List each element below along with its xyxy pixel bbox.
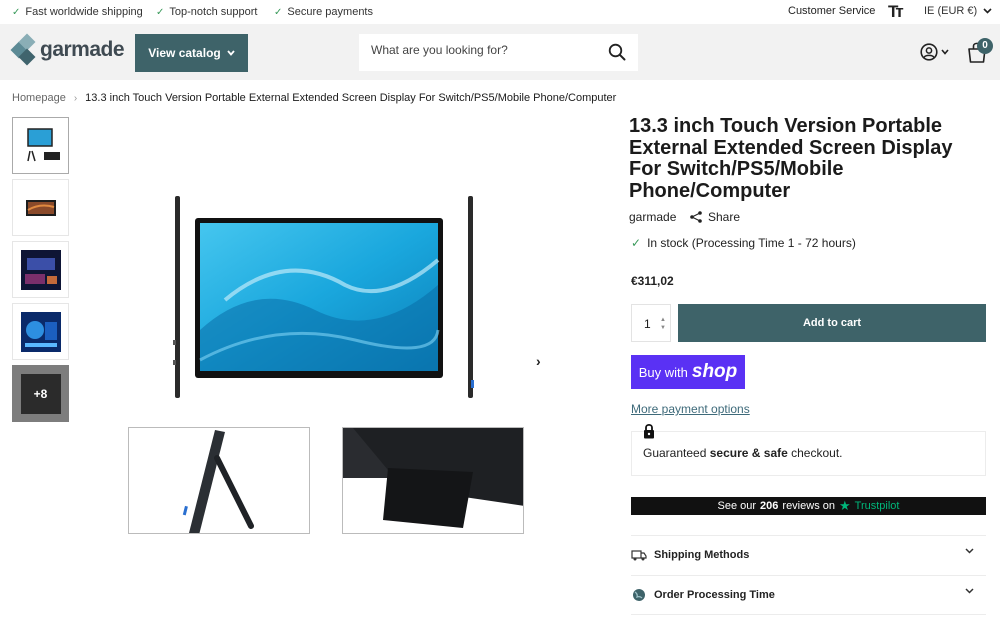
product-kickstand-image	[343, 428, 523, 528]
gallery-thumbnail-2[interactable]	[12, 179, 69, 236]
logo-text: garmade	[40, 38, 125, 61]
breadcrumb-current: 13.3 inch Touch Version Portable Externa…	[85, 92, 617, 104]
add-to-cart-button[interactable]: Add to cart	[678, 304, 986, 342]
gallery-thumbnail-1[interactable]	[12, 117, 69, 174]
secure-prefix: Guaranteed	[643, 446, 707, 460]
usp-shipping: ✓ Fast worldwide shipping	[12, 6, 143, 18]
gallery-thumbnail-4[interactable]	[12, 303, 69, 360]
quantity-value: 1	[644, 317, 651, 331]
product-stand-image	[182, 430, 254, 533]
check-icon: ✓	[156, 6, 165, 18]
product-price: €311,02	[631, 274, 674, 288]
currency-label: IE (EUR €)	[924, 5, 978, 17]
product-back-view-image[interactable]	[342, 427, 524, 534]
trustpilot-mid: reviews on	[782, 500, 835, 512]
truck-icon	[631, 550, 647, 561]
breadcrumb: Homepage › 13.3 inch Touch Version Porta…	[12, 92, 616, 104]
logo[interactable]: garmade	[10, 33, 125, 66]
secure-suffix: checkout.	[791, 446, 843, 460]
view-catalog-label: View catalog	[148, 46, 221, 60]
secure-bold: secure & safe	[709, 446, 788, 460]
logo-mark-icon	[10, 33, 38, 66]
accordion-label: Shipping Methods	[654, 549, 750, 561]
more-images-count: +8	[33, 386, 48, 401]
chevron-down-icon	[227, 50, 235, 56]
trustpilot-star-icon: ★	[838, 498, 851, 513]
account-menu[interactable]	[920, 43, 949, 61]
chevron-right-icon: ›	[73, 92, 78, 104]
check-icon: ✓	[631, 236, 642, 250]
search-bar	[359, 34, 638, 71]
share-button[interactable]: Share	[690, 210, 740, 224]
customer-service-link[interactable]: Customer Service	[788, 5, 875, 17]
next-image-arrow-icon[interactable]: ›	[536, 353, 541, 369]
usp-payments: ✓ Secure payments	[274, 6, 373, 18]
gallery-more-thumbnails[interactable]: +8	[12, 365, 69, 422]
lock-icon	[644, 423, 654, 439]
quantity-stepper[interactable]: 1 ▲ ▼	[631, 304, 671, 342]
check-icon: ✓	[274, 6, 283, 18]
chevron-down-icon	[965, 588, 974, 594]
product-thumbnail-image	[26, 127, 60, 161]
accordion-label: Order Processing Time	[654, 589, 775, 601]
breadcrumb-home-link[interactable]: Homepage	[12, 92, 66, 104]
view-catalog-button[interactable]: View catalog	[135, 34, 248, 72]
shop-logo: shop	[691, 361, 738, 382]
gallery-thumbnail-3[interactable]	[12, 241, 69, 298]
trustpilot-prefix: See our	[717, 500, 757, 512]
stepper-arrows-icon[interactable]: ▲ ▼	[660, 316, 666, 332]
accordion-order-processing-time[interactable]: Order Processing Time	[631, 575, 986, 615]
share-icon	[690, 211, 702, 223]
search-input[interactable]	[371, 43, 591, 57]
site-header: garmade View catalog	[0, 24, 1000, 80]
stock-text: In stock (Processing Time 1 - 72 hours)	[647, 236, 856, 250]
product-thumbnail-image	[25, 199, 56, 216]
check-icon: ✓	[12, 6, 21, 18]
usp-label: Top-notch support	[169, 6, 258, 18]
usp-label: Fast worldwide shipping	[25, 6, 143, 18]
trustpilot-review-count: 206	[760, 500, 779, 512]
product-thumbnail-image	[20, 311, 61, 352]
secure-checkout-text: Guaranteed secure & safe checkout.	[643, 446, 843, 460]
search-icon[interactable]	[608, 43, 626, 61]
chevron-down-icon	[965, 548, 974, 554]
text-size-icon[interactable]: Tт	[888, 2, 904, 22]
product-side-view-image[interactable]	[128, 427, 310, 534]
trustpilot-banner[interactable]: See our 206 reviews on ★ Trustpilot	[631, 497, 986, 515]
accordion-shipping-methods[interactable]: Shipping Methods	[631, 535, 986, 575]
currency-selector[interactable]: IE (EUR €)	[924, 5, 992, 17]
product-vendor[interactable]: garmade	[629, 210, 676, 224]
main-product-image[interactable]	[165, 190, 495, 400]
more-payment-options-link[interactable]: More payment options	[631, 402, 750, 416]
user-icon	[920, 43, 938, 61]
stock-status: ✓ In stock (Processing Time 1 - 72 hours…	[631, 236, 856, 250]
product-title: 13.3 inch Touch Version Portable Externa…	[629, 115, 953, 202]
cart-count-badge: 0	[977, 38, 993, 54]
usp-label: Secure payments	[287, 6, 373, 18]
top-info-bar: ✓ Fast worldwide shipping ✓ Top-notch su…	[0, 0, 1000, 24]
trustpilot-brand: Trustpilot	[854, 500, 900, 512]
usp-support: ✓ Top-notch support	[156, 6, 257, 18]
globe-icon	[633, 589, 645, 601]
chevron-down-icon	[941, 49, 949, 55]
buy-with-shop-button[interactable]: Buy with shop	[631, 355, 745, 389]
buy-with-label: Buy with	[638, 364, 688, 380]
share-label: Share	[708, 210, 741, 224]
chevron-down-icon	[983, 8, 992, 14]
product-thumbnail-image	[20, 249, 61, 290]
